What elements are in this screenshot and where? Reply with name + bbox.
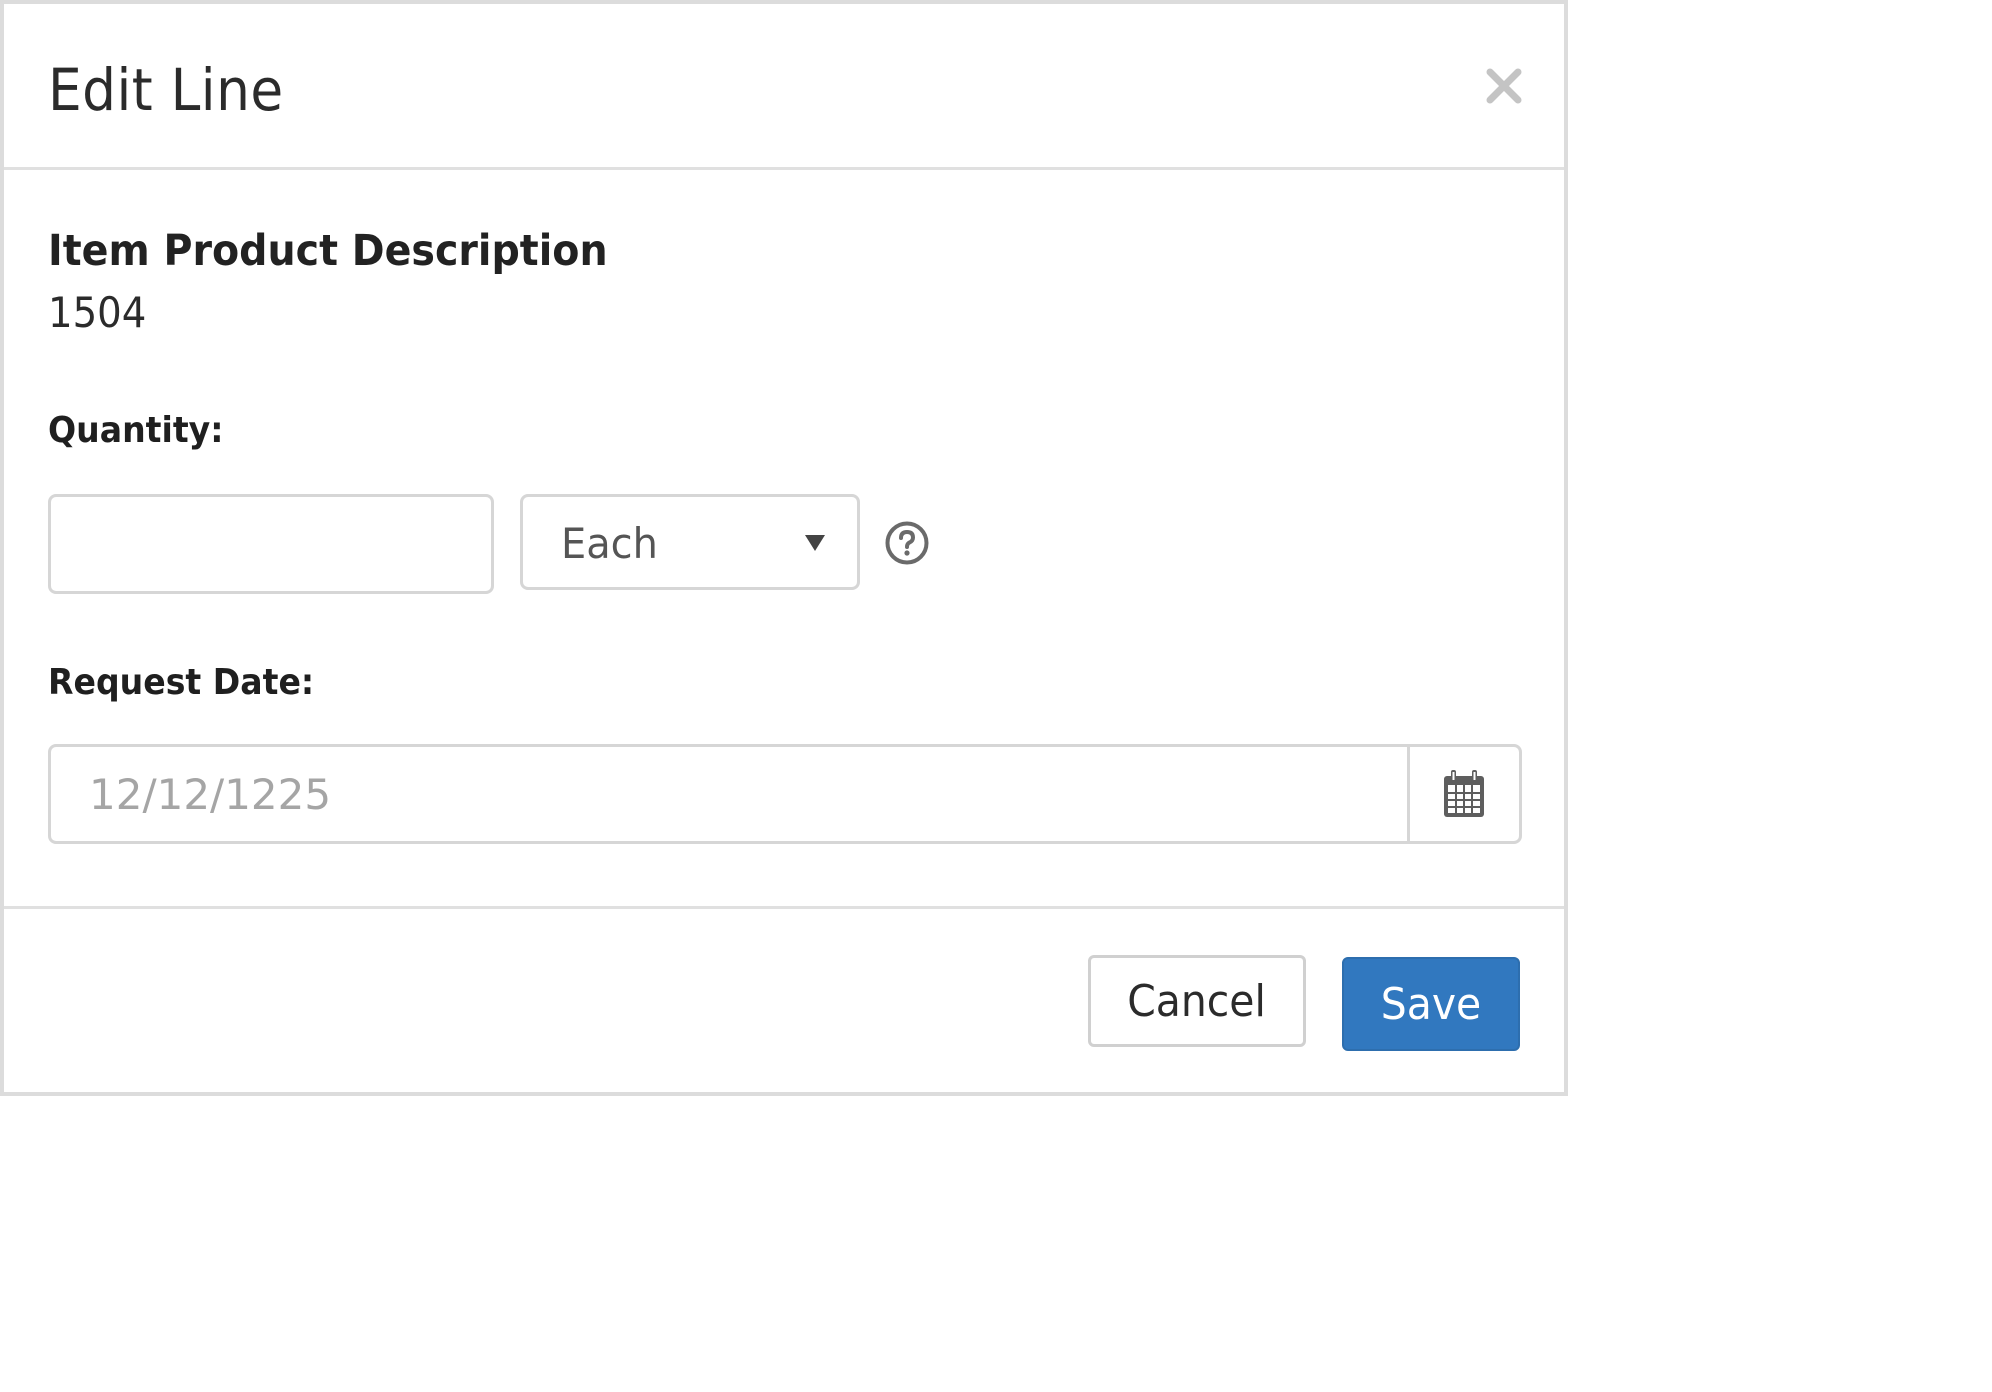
request-date-input[interactable] [51,747,1409,841]
calendar-icon[interactable] [1407,747,1519,841]
close-icon[interactable] [1482,64,1526,108]
save-button[interactable]: Save [1342,957,1520,1051]
unit-selected-value: Each [561,519,658,568]
item-description-value: 1504 [48,288,147,337]
dialog-footer: Cancel Save [4,906,1564,1092]
save-button-label: Save [1380,978,1482,1030]
item-description-label: Item Product Description [48,226,608,276]
quantity-input[interactable] [48,494,494,594]
cancel-button[interactable]: Cancel [1088,955,1306,1047]
dialog-header: Edit Line [4,4,1564,170]
quantity-label: Quantity: [48,410,224,451]
unit-of-measure-select[interactable]: Each [520,494,860,590]
request-date-group [48,744,1522,844]
caret-down-icon [805,535,825,551]
request-date-label: Request Date: [48,662,315,703]
dialog-body: Item Product Description 1504 Quantity: … [4,170,1564,906]
cancel-button-label: Cancel [1127,975,1267,1027]
question-circle-icon[interactable] [884,520,930,566]
dialog-title: Edit Line [48,56,284,124]
edit-line-dialog: Edit Line Item Product Description 1504 … [0,0,1568,1096]
